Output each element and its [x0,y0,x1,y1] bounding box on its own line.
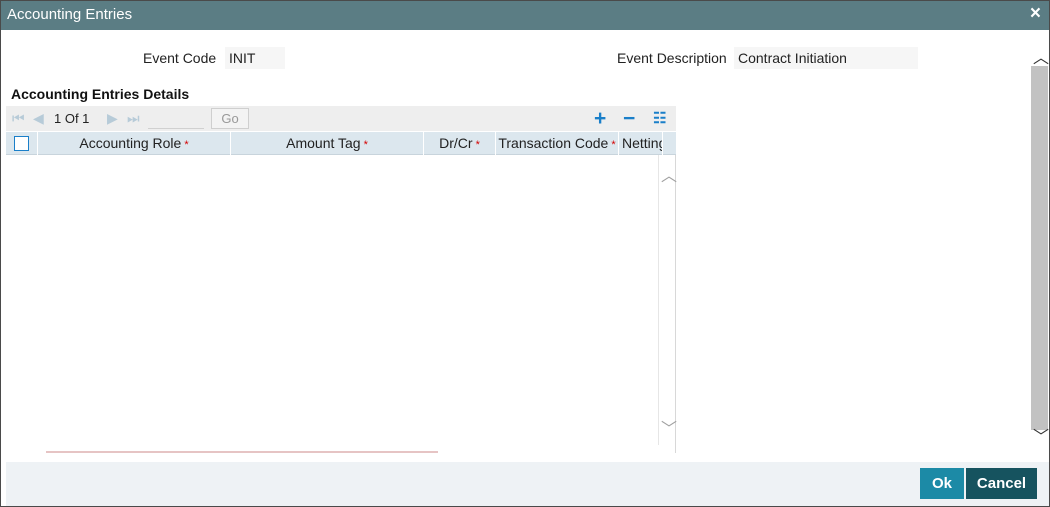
go-button[interactable]: Go [211,108,249,129]
event-code-label: Event Code [143,50,217,66]
column-label: Amount Tag [286,135,361,151]
add-row-icon[interactable]: + [594,106,606,131]
column-header-accounting-role[interactable]: Accounting Role * [38,132,231,155]
chevron-down-icon[interactable]: ﹀ [661,422,677,438]
select-all-cell [6,132,38,155]
close-icon[interactable]: × [1030,4,1041,24]
grid-toolbar: ⏮ ◀ 1 Of 1 ▶ ⏭ Go + − ☷ [6,106,676,131]
page-vertical-scrollbar[interactable]: ︿ ﹀ [1031,38,1049,446]
ok-button[interactable]: Ok [920,468,964,499]
column-header-amount-tag[interactable]: Amount Tag * [231,132,424,155]
required-marker: * [363,139,368,151]
section-title: Accounting Entries Details [11,86,190,102]
required-marker: * [184,139,189,151]
dialog-footer: Ok Cancel [6,462,1049,506]
event-description-field[interactable]: Contract Initiation [734,47,918,69]
window-title: Accounting Entries [7,6,133,23]
column-label: Netting [622,135,663,151]
delete-row-icon[interactable]: − [623,106,635,131]
column-label: Accounting Role [79,135,182,151]
accounting-entries-dialog: Accounting Entries × Event Code INIT Eve… [0,0,1050,507]
required-marker: * [611,139,616,151]
page-indicator: 1 Of 1 [54,111,90,126]
next-page-icon[interactable]: ▶ [107,110,118,127]
table-header: Accounting Role * Amount Tag * Dr/Cr * Tran… [6,132,676,155]
view-details-icon[interactable]: ☷ [653,106,666,131]
chevron-down-icon[interactable]: ﹀ [1033,423,1049,447]
column-header-netting[interactable]: Netting [619,132,663,155]
select-all-checkbox[interactable] [14,136,29,151]
column-label: Dr/Cr [439,135,473,151]
column-header-transaction-code[interactable]: Transaction Code * [496,132,619,155]
chevron-up-icon[interactable]: ︿ [1033,44,1049,68]
cancel-button[interactable]: Cancel [966,468,1037,499]
previous-page-icon[interactable]: ◀ [33,110,44,127]
first-page-icon[interactable]: ⏮ [12,110,25,127]
column-header-dr-cr[interactable]: Dr/Cr * [424,132,496,155]
last-page-icon[interactable]: ⏭ [127,110,140,127]
title-bar: Accounting Entries × [1,1,1049,30]
scrollbar-thumb[interactable] [1031,66,1048,430]
entries-grid: ︿ ﹀ [6,155,677,453]
page-number-input[interactable] [148,110,204,129]
chevron-up-icon[interactable]: ︿ [661,169,677,185]
grid-horizontal-scrollbar[interactable] [46,451,438,453]
event-description-label: Event Description [617,50,727,66]
event-code-field[interactable]: INIT [225,47,285,69]
grid-vertical-scrollbar[interactable]: ︿ ﹀ [658,155,677,445]
required-marker: * [475,139,480,151]
column-label: Transaction Code [498,135,609,151]
